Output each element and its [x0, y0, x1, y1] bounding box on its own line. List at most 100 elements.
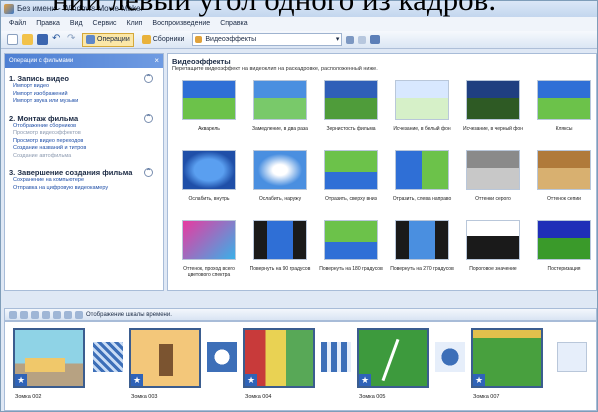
task-pane: Операции с фильмами × 1. Запись видео ⌃ И… [4, 53, 164, 291]
effect-tile[interactable]: Постеризация [529, 220, 598, 278]
storyboard-clip[interactable]: ★ [243, 328, 315, 388]
zoom-in-icon[interactable] [31, 310, 39, 319]
audio-levels-icon[interactable] [20, 310, 28, 319]
views-icon[interactable] [370, 35, 381, 44]
transition-thumb[interactable] [93, 342, 123, 372]
operations-label: Операции [97, 36, 130, 43]
effect-tile[interactable]: Кляксы [529, 80, 598, 138]
link-import-audio[interactable]: Импорт звука или музыки [13, 98, 159, 106]
effect-thumbnail [253, 150, 307, 190]
new-project-icon[interactable] [7, 34, 18, 45]
clip-label: Зомка 004 [245, 394, 272, 400]
collapse-icon[interactable]: ⌃ [144, 168, 153, 177]
collection-combo[interactable]: Видеоэффекты ▾ [192, 33, 343, 46]
effect-label: Постеризация [547, 266, 581, 272]
star-icon: ★ [131, 374, 143, 386]
effect-thumbnail [253, 80, 307, 120]
menu-view[interactable]: Вид [70, 17, 83, 31]
link-make-titles[interactable]: Создание названий и титров [13, 145, 159, 153]
menu-bar: Файл Правка Вид Сервис Клип Воспроизведе… [1, 17, 597, 31]
menu-file[interactable]: Файл [9, 17, 26, 31]
effects-title: Видеоэффекты [172, 57, 231, 66]
effect-thumbnail [395, 220, 449, 260]
section-capture-title[interactable]: 1. Запись видео ⌃ [9, 74, 159, 83]
transition-thumb[interactable] [321, 342, 351, 372]
storyboard-clip[interactable]: ★ [357, 328, 429, 388]
new-collection-icon[interactable] [358, 35, 367, 44]
play-icon[interactable] [53, 310, 61, 319]
clip-label: Зомка 003 [131, 394, 158, 400]
effect-tile[interactable]: Повернуть на 90 градусов [245, 220, 315, 278]
effect-tile[interactable]: Оттенок, проход всего цветового спектра [174, 220, 244, 278]
collapse-icon[interactable]: ⌃ [144, 74, 153, 83]
zoom-out-icon[interactable] [42, 310, 50, 319]
effect-tile[interactable]: Отразить, сверху вниз [316, 150, 386, 208]
effect-label: Пороговое значение [469, 266, 517, 272]
effect-label: Зернистость фильма [326, 126, 376, 132]
menu-playback[interactable]: Воспроизведение [152, 17, 210, 31]
menu-help[interactable]: Справка [220, 17, 247, 31]
link-send-to-camera[interactable]: Отправка на цифровую видеокамеру [13, 185, 159, 193]
section-capture: 1. Запись видео ⌃ Импорт видео Импорт изо… [9, 74, 159, 106]
effect-thumbnail [466, 220, 520, 260]
effect-tile[interactable]: Пороговое значение [458, 220, 528, 278]
close-icon[interactable]: × [154, 54, 159, 68]
clip-label: Зомка 002 [15, 394, 42, 400]
effect-tile[interactable]: Замедление, в два раза [245, 80, 315, 138]
operations-button[interactable]: Операции [82, 32, 134, 47]
storyboard-icon[interactable] [9, 310, 17, 319]
menu-tools[interactable]: Сервис [93, 17, 117, 31]
link-import-video[interactable]: Импорт видео [13, 83, 159, 91]
link-view-transitions[interactable]: Просмотр видео переходов [13, 138, 159, 146]
timeline-icon[interactable] [75, 310, 83, 319]
show-timeline-label[interactable]: Отображение шкалы времени. [86, 312, 172, 318]
effects-panel: Видеоэффекты Перетащите видеоэффект на в… [167, 53, 597, 291]
empty-transition-slot[interactable] [557, 342, 587, 372]
effect-tile[interactable]: Повернуть на 180 градусов [316, 220, 386, 278]
effect-label: Повернуть на 90 градусов [249, 266, 311, 272]
effect-tile[interactable]: Повернуть на 270 градусов [387, 220, 457, 278]
effect-tile[interactable]: Оттенки серого [458, 150, 528, 208]
effect-thumbnail [253, 220, 307, 260]
storyboard-clip[interactable]: ★ [129, 328, 201, 388]
effect-label: Замедление, в два раза [252, 126, 308, 132]
collapse-icon[interactable]: ⌃ [144, 113, 153, 123]
menu-edit[interactable]: Правка [36, 17, 60, 31]
effects-subtitle: Перетащите видеоэффект на видеоклип на р… [172, 66, 378, 72]
clip-label: Зомка 007 [473, 394, 500, 400]
link-view-effects[interactable]: Просмотр видеоэффектов [13, 130, 159, 138]
undo-icon[interactable]: ↶ [52, 34, 63, 45]
link-automovie[interactable]: Создание автофильма [13, 153, 159, 161]
section-edit: 2. Монтаж фильма ⌃ Отображение сборников … [9, 113, 159, 161]
section-edit-title[interactable]: 2. Монтаж фильма ⌃ [9, 113, 159, 123]
effect-tile[interactable]: Ослабить, наружу [245, 150, 315, 208]
link-import-pictures[interactable]: Импорт изображений [13, 91, 159, 99]
effect-tile[interactable]: Оттенок сепии [529, 150, 598, 208]
effect-tile[interactable]: Ослабить, внутрь [174, 150, 244, 208]
open-folder-icon[interactable] [22, 34, 33, 45]
document-text: ний левый угол одного из кадров. [52, 0, 496, 17]
up-level-icon[interactable] [346, 35, 355, 44]
effect-tile[interactable]: Акварель [174, 80, 244, 138]
effect-tile[interactable]: Исчезание, в черный фон [458, 80, 528, 138]
transition-thumb[interactable] [435, 342, 465, 372]
transition-thumb[interactable] [207, 342, 237, 372]
save-icon[interactable] [37, 34, 48, 45]
link-show-collections[interactable]: Отображение сборников [13, 123, 159, 131]
effect-label: Ослабить, наружу [258, 196, 302, 202]
menu-clip[interactable]: Клип [127, 17, 143, 31]
effect-tile[interactable]: Зернистость фильма [316, 80, 386, 138]
storyboard-clip[interactable]: ★ [13, 328, 85, 388]
storyboard-clip[interactable]: ★ [471, 328, 543, 388]
collections-button[interactable]: Сборники [138, 33, 189, 47]
rewind-icon[interactable] [64, 310, 72, 319]
star-icon: ★ [245, 374, 257, 386]
bed-shape [25, 358, 65, 372]
effect-tile[interactable]: Отразить, слева направо [387, 150, 457, 208]
redo-icon[interactable]: ↷ [67, 34, 78, 45]
effect-tile[interactable]: Исчезание, в белый фон [387, 80, 457, 138]
section-finish-title[interactable]: 3. Завершение создания фильма ⌃ [9, 168, 159, 177]
link-save-to-computer[interactable]: Сохранение на компьютере [13, 177, 159, 185]
effect-thumbnail [324, 220, 378, 260]
task-pane-title: Операции с фильмами [9, 58, 74, 64]
